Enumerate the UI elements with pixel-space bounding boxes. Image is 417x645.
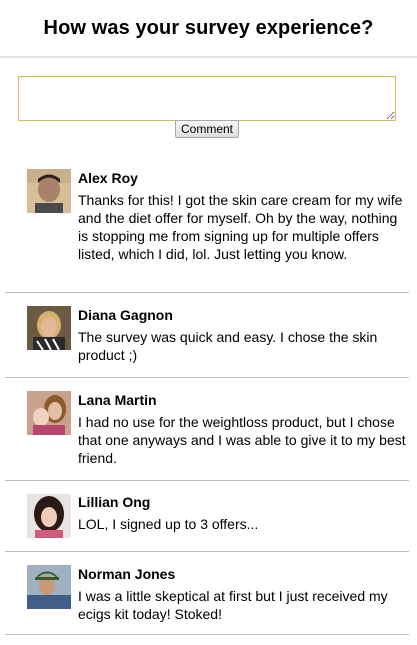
divider [5,377,409,378]
avatar [27,169,71,213]
comment-author: Norman Jones [78,566,176,582]
comment-author: Lillian Ong [78,494,151,510]
comment-text: LOL, I signed up to 3 offers... [78,516,259,532]
avatar [27,494,71,538]
divider [5,551,409,552]
comment-author: Diana Gagnon [78,307,173,323]
avatar [27,306,71,350]
divider [5,634,409,635]
avatar [27,565,71,609]
comment-text: I was a little skeptical at first but I … [78,588,388,622]
comment-button[interactable]: Comment [175,120,239,138]
comment-input[interactable] [18,76,396,121]
avatar [27,391,71,435]
page-title: How was your survey experience? [43,16,374,39]
comment-text: Thanks for this! I got the skin care cre… [78,192,403,262]
comment-author: Alex Roy [78,170,138,186]
comment-text: I had no use for the weightloss product,… [78,414,406,466]
divider [5,292,409,293]
divider [5,480,409,481]
page-header: How was your survey experience? [0,0,417,58]
comment-text: The survey was quick and easy. I chose t… [78,329,378,363]
comment-author: Lana Martin [78,392,157,408]
